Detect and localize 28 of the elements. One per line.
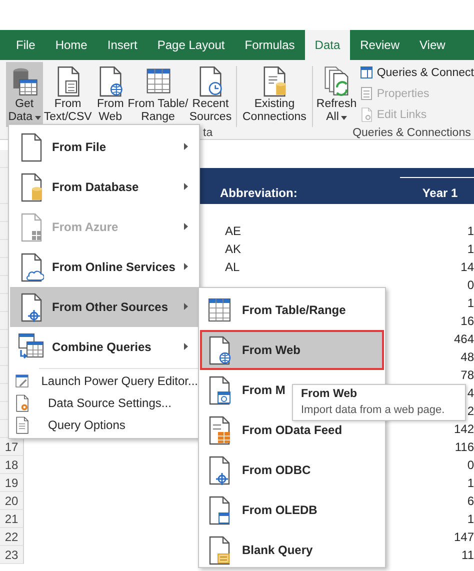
group-label: Queries & Connections xyxy=(352,127,471,139)
table-cell: AE xyxy=(225,224,242,238)
tooltip-text: Import data from a web page. xyxy=(301,404,446,416)
table-cell: 0 xyxy=(467,458,474,472)
group-label: ta xyxy=(203,127,213,139)
table-cell: 147 xyxy=(454,530,474,544)
table-cell: 11 xyxy=(462,548,474,562)
table-cell: 1 xyxy=(467,224,474,238)
table-cell: 14 xyxy=(460,260,474,274)
table-cell: 1 xyxy=(467,476,474,490)
table-cell: 4 xyxy=(467,386,474,400)
table-cell: 78 xyxy=(460,368,474,382)
table-cell: 1 xyxy=(467,512,474,526)
column-header: Year 1 xyxy=(400,177,474,200)
table-cell: 0 xyxy=(467,278,474,292)
table-cell: AK xyxy=(225,242,242,256)
table-cell: 1 xyxy=(467,242,474,256)
table-cell: 6 xyxy=(467,494,474,508)
table-cell: 16 xyxy=(460,314,474,328)
table-cell: 116 xyxy=(454,440,474,454)
table-cell: 2 xyxy=(467,404,474,418)
table-cell: 48 xyxy=(460,350,474,364)
column-header: Abbreviation: xyxy=(220,186,298,200)
tooltip-title: From Web xyxy=(301,388,358,400)
table-cell: 1 xyxy=(467,296,474,310)
table-cell: AL xyxy=(225,260,240,274)
table-cell: 142 xyxy=(454,422,474,436)
table-cell: 464 xyxy=(454,332,474,346)
